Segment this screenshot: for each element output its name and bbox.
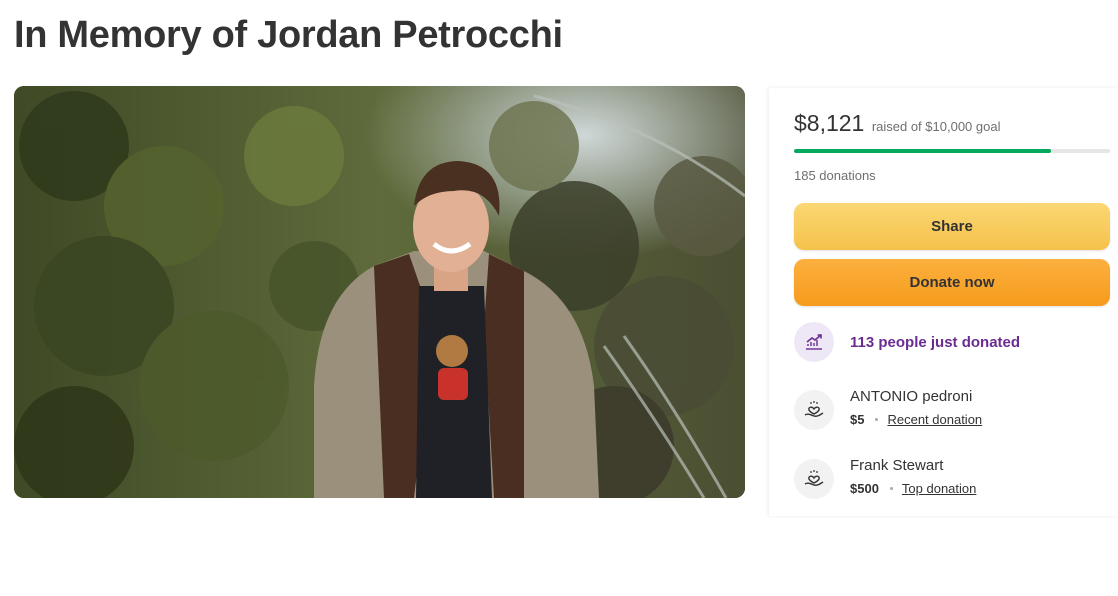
donation-panel: $8,121 raised of $10,000 goal 185 donati… <box>769 88 1118 516</box>
separator-dot <box>889 487 893 490</box>
recent-donations-trend: 113 people just donated <box>794 322 1020 362</box>
share-button[interactable]: Share <box>794 203 1110 250</box>
fundraiser-photo <box>14 86 745 498</box>
raised-amount: $8,121 <box>794 110 865 136</box>
page-title: In Memory of Jordan Petrocchi <box>14 14 563 56</box>
trending-up-icon <box>794 322 834 362</box>
separator-dot <box>875 418 879 421</box>
progress-bar <box>794 149 1110 153</box>
heart-hand-icon <box>794 459 834 499</box>
donor-meta: $500 Top donation <box>850 481 976 496</box>
donor-name: ANTONIO pedroni <box>850 388 973 405</box>
donor-name: Frank Stewart <box>850 457 944 474</box>
donate-now-button[interactable]: Donate now <box>794 259 1110 306</box>
trend-text: 113 people just donated <box>850 333 1021 351</box>
heart-hand-icon <box>794 390 834 430</box>
donor-amount: $5 <box>850 412 865 427</box>
donor-meta: $5 Recent donation <box>850 412 982 427</box>
raised-goal: raised of $10,000 goal <box>871 119 1001 134</box>
progress-fill <box>794 149 1051 153</box>
raised-summary: $8,121 raised of $10,000 goal <box>794 110 1000 137</box>
donation-count: 185 donations <box>794 168 876 183</box>
recent-donation-link[interactable]: Recent donation <box>887 412 982 427</box>
photo-illustration <box>14 86 745 498</box>
donor-amount: $500 <box>850 481 879 496</box>
top-donation-link[interactable]: Top donation <box>902 481 976 496</box>
